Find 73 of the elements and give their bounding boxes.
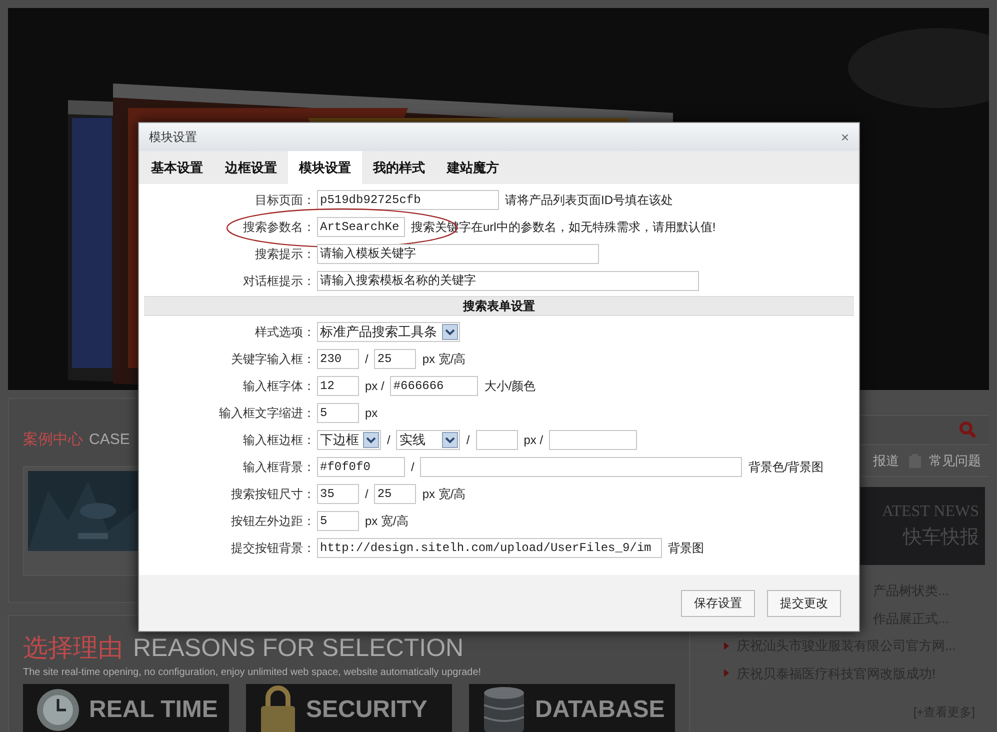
field-note: px	[365, 404, 378, 422]
section-subtitle: REASONS FOR SELECTION	[133, 636, 464, 661]
input-field[interactable]	[476, 430, 518, 450]
field-note: /	[411, 458, 414, 476]
section-subtitle: CASE	[89, 430, 130, 450]
input-field[interactable]: 5	[317, 510, 359, 530]
field-label: 输入框背景：	[243, 458, 315, 476]
field-note: /	[365, 486, 368, 502]
tile-label: SECURITY	[306, 695, 428, 725]
input-field[interactable]: http://design.sitelh.com/upload/UserFiles_9/im	[317, 538, 662, 558]
input-field[interactable]: 25	[374, 484, 416, 504]
select-field[interactable]: 实线	[396, 430, 460, 450]
tab[interactable]: 基本设置	[140, 151, 214, 184]
input-field[interactable]	[549, 430, 638, 450]
section-description: The site real-time opening, no configuration, enjoy unlimited web space, website automatically upgrade!	[23, 666, 482, 680]
field-label: 输入框文字缩进：	[219, 404, 315, 422]
database-icon	[481, 685, 527, 732]
field-note: px /	[365, 378, 384, 394]
tab[interactable]: 边框设置	[214, 151, 288, 184]
field-label: 输入框边框：	[243, 432, 315, 448]
input-field[interactable]: 12	[317, 376, 359, 396]
field-note: 大小/颜色	[484, 378, 536, 394]
field-note: 背景色/背景图	[748, 458, 824, 476]
input-field[interactable]	[420, 456, 742, 476]
input-field[interactable]: 230	[317, 348, 359, 368]
tab[interactable]: 模块设置	[288, 151, 362, 184]
input-field[interactable]: 5	[317, 402, 359, 422]
select-field[interactable]: 下边框	[317, 430, 381, 450]
field-label: 输入框字体：	[243, 378, 315, 394]
chevron-icon	[724, 669, 729, 678]
field-label: 提交按钮背景：	[231, 540, 315, 556]
field-note: px 宽/高	[422, 350, 466, 368]
chevron-icon	[724, 642, 729, 650]
field-label: 搜索按钮尺寸：	[231, 486, 315, 502]
tile-label: REAL TIME	[89, 695, 218, 725]
field-note: px /	[524, 432, 544, 448]
field-label: 对话框提示：	[243, 272, 315, 290]
field-note: 背景图	[668, 540, 704, 556]
search-icon[interactable]	[959, 421, 977, 439]
close-button[interactable]: ×	[840, 130, 849, 144]
field-label: 目标页面：	[255, 192, 315, 208]
field-note: /	[387, 432, 390, 448]
field-label: 搜索参数名：	[243, 218, 315, 236]
field-label: 搜索提示：	[255, 246, 315, 262]
field-note: /	[466, 432, 470, 448]
section-title: 选择理由	[23, 636, 123, 661]
input-field[interactable]: 25	[374, 348, 416, 368]
dialog-button[interactable]: 保存设置	[681, 590, 755, 616]
input-field[interactable]: 35	[317, 484, 359, 504]
field-note: px 宽/高	[365, 512, 408, 530]
dialog-button[interactable]: 提交更改	[767, 590, 841, 616]
field-label: 按钮左外边距：	[231, 512, 315, 530]
field-label: 样式选项：	[255, 324, 315, 340]
field-note: /	[365, 350, 368, 368]
input-field[interactable]: 请输入搜索模板名称的关键字	[317, 270, 699, 290]
tab[interactable]: 建站魔方	[436, 151, 510, 184]
window-title: 模块设置	[149, 129, 197, 146]
field-note: px 宽/高	[422, 486, 466, 502]
input-field[interactable]: p519db92725cfb	[317, 190, 499, 210]
input-field[interactable]: 请输入模板关键字	[317, 244, 599, 264]
tile-label: DATABASE	[535, 695, 665, 725]
side-tab[interactable]: 常见问题	[929, 450, 981, 470]
tab[interactable]: 我的样式	[362, 151, 436, 184]
field-label: 关键字输入框：	[231, 350, 315, 368]
field-note: 请将产品列表页面ID号填在该处	[505, 192, 673, 208]
input-field[interactable]: ArtSearchKe	[317, 216, 405, 236]
section-header: 搜索表单设置	[144, 296, 854, 316]
section-title: 案例中心	[23, 430, 83, 450]
padlock-icon	[258, 684, 298, 732]
input-field[interactable]: #f0f0f0	[317, 456, 405, 476]
select-field[interactable]: 标准产品搜索工具条	[317, 322, 460, 342]
side-tab[interactable]: 报道	[873, 450, 899, 470]
input-field[interactable]: #666666	[390, 376, 478, 396]
